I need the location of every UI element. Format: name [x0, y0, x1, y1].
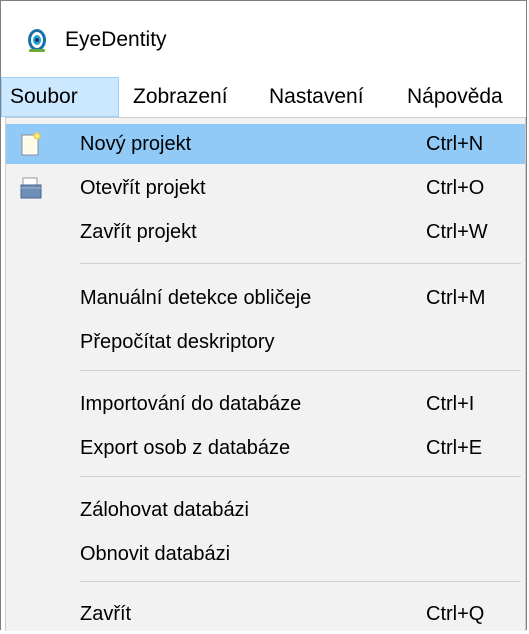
menu-item-export-osob[interactable]: Export osob z databáze Ctrl+E — [6, 428, 525, 468]
menu-item-shortcut: Ctrl+N — [426, 133, 484, 155]
menu-item-prepocitat-deskriptory[interactable]: Přepočítat deskriptory — [6, 322, 525, 362]
menu-item-label: Obnovit databázi — [80, 543, 231, 565]
menu-item-label: Zálohovat databázi — [80, 499, 250, 521]
menu-item-label: Otevřít projekt — [80, 177, 206, 199]
menu-separator — [80, 263, 521, 264]
menu-item-label: Manuální detekce obličeje — [80, 287, 312, 309]
menu-separator — [80, 370, 521, 371]
menu-item-label: Export osob z databáze — [80, 437, 291, 459]
menu-item-label: Zavřít — [80, 603, 132, 625]
menu-item-shortcut: Ctrl+W — [426, 221, 488, 243]
new-document-icon — [20, 132, 42, 156]
window-title: EyeDentity — [65, 28, 167, 51]
menu-item-shortcut: Ctrl+Q — [426, 603, 485, 625]
menu-soubor[interactable]: Soubor — [1, 77, 119, 117]
title-bar: EyeDentity — [1, 1, 526, 77]
menu-napoveda[interactable]: Nápověda — [399, 77, 511, 117]
menu-item-shortcut: Ctrl+E — [426, 437, 483, 459]
menu-item-obnovit[interactable]: Obnovit databázi — [6, 534, 525, 574]
menu-item-zavrit[interactable]: Zavřít Ctrl+Q — [6, 594, 525, 634]
menu-nastaveni[interactable]: Nastavení — [261, 77, 372, 117]
menu-item-label: Přepočítat deskriptory — [80, 331, 275, 353]
menu-bar: Soubor Zobrazení Nastavení Nápověda — [1, 77, 526, 117]
menu-item-shortcut: Ctrl+I — [426, 393, 475, 415]
menu-item-importovani[interactable]: Importování do databáze Ctrl+I — [6, 384, 525, 424]
menu-item-shortcut: Ctrl+O — [426, 177, 485, 199]
app-window: EyeDentity Soubor Zobrazení Nastavení Ná… — [0, 0, 527, 631]
soubor-dropdown-menu: Nový projekt Ctrl+N Otevřít projekt Ctrl… — [5, 117, 526, 631]
menu-item-otevrit-projekt[interactable]: Otevřít projekt Ctrl+O — [6, 168, 525, 208]
open-folder-icon — [20, 176, 42, 200]
menu-item-novy-projekt[interactable]: Nový projekt Ctrl+N — [6, 124, 525, 164]
menu-item-label: Nový projekt — [80, 133, 192, 155]
menu-item-label: Zavřít projekt — [80, 221, 197, 243]
menu-item-shortcut: Ctrl+M — [426, 287, 486, 309]
menu-item-zavrit-projekt[interactable]: Zavřít projekt Ctrl+W — [6, 212, 525, 252]
menu-item-label: Importování do databáze — [80, 393, 302, 415]
menu-zobrazeni[interactable]: Zobrazení — [125, 77, 236, 117]
menu-item-zalohovat[interactable]: Zálohovat databázi — [6, 490, 525, 530]
menu-separator — [80, 581, 521, 582]
menu-item-manualni-detekce[interactable]: Manuální detekce obličeje Ctrl+M — [6, 278, 525, 318]
eyedentity-app-icon — [25, 27, 49, 53]
menu-separator — [80, 476, 521, 477]
